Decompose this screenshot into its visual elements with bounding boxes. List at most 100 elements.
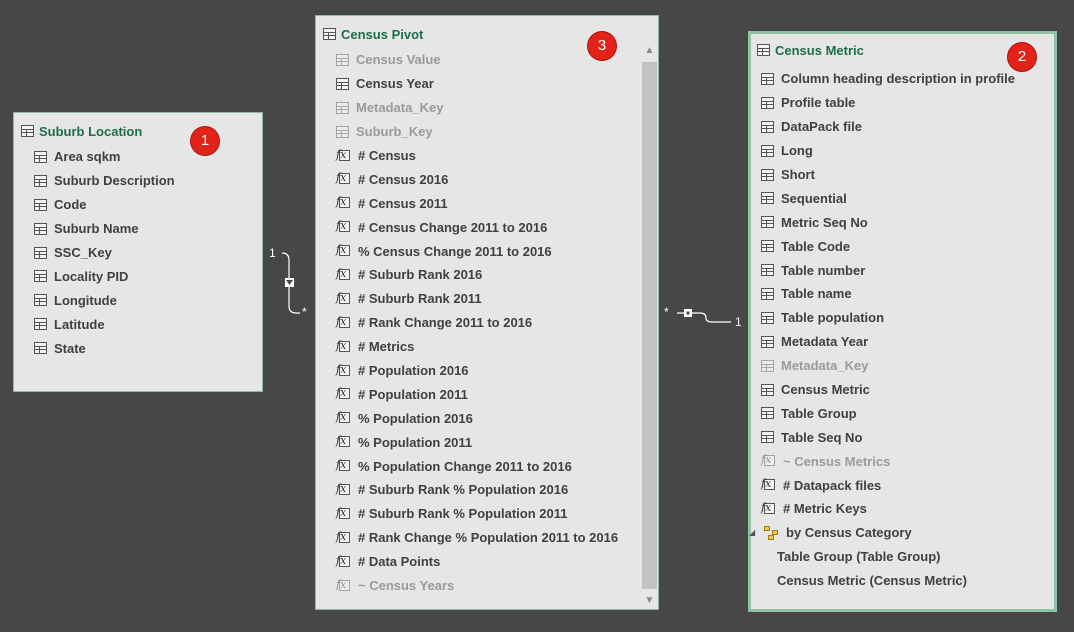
field-row[interactable]: % Population 2016 xyxy=(336,406,658,430)
table-title: Suburb Location xyxy=(39,123,143,139)
measure-icon xyxy=(336,458,351,473)
table-column-icon xyxy=(761,72,774,85)
field-row[interactable]: Short xyxy=(761,163,1054,187)
field-row[interactable]: Locality PID xyxy=(34,264,262,288)
field-row[interactable]: # Suburb Rank % Population 2011 xyxy=(336,502,658,526)
field-label: # Suburb Rank 2011 xyxy=(358,291,482,307)
field-label: Longitude xyxy=(54,292,117,308)
field-row[interactable]: Suburb_Key xyxy=(336,120,658,144)
field-row[interactable]: # Data Points xyxy=(336,550,658,574)
field-row[interactable]: Suburb Name xyxy=(34,217,262,241)
field-row[interactable]: Metadata Year xyxy=(761,330,1054,354)
field-row[interactable]: # Metrics xyxy=(336,335,658,359)
field-row[interactable]: Table number xyxy=(761,258,1054,282)
measure-icon xyxy=(336,530,351,545)
field-row[interactable]: SSC_Key xyxy=(34,241,262,265)
field-row[interactable]: Sequential xyxy=(761,186,1054,210)
field-label: % Population 2011 xyxy=(358,434,473,450)
table-column-icon xyxy=(761,431,774,444)
field-row[interactable]: # Datapack files xyxy=(761,473,1054,497)
table-card-census-pivot[interactable]: Census Pivot 3 Census Value Census Year Me… xyxy=(315,15,659,610)
field-list: Column heading description in profile Pro… xyxy=(749,67,1054,593)
scrollbar-thumb[interactable] xyxy=(642,62,657,589)
field-label: Census Metric (Census Metric) xyxy=(777,573,967,589)
field-label: # Census 2011 xyxy=(358,195,448,211)
field-label: Census Value xyxy=(356,52,441,68)
field-row[interactable]: Code xyxy=(34,193,262,217)
table-card-suburb-location[interactable]: Suburb Location 1 Area sqkm Suburb Descri… xyxy=(13,112,263,392)
field-label: Long xyxy=(781,143,813,159)
field-row[interactable]: Metadata_Key xyxy=(336,96,658,120)
field-row[interactable]: Longitude xyxy=(34,288,262,312)
field-row[interactable]: % Population 2011 xyxy=(336,430,658,454)
hierarchy-row[interactable]: ◢ by Census Category xyxy=(749,521,1054,545)
field-row[interactable]: Latitude xyxy=(34,312,262,336)
field-row[interactable]: Long xyxy=(761,139,1054,163)
field-row[interactable]: Metric Seq No xyxy=(761,210,1054,234)
scroll-down-icon[interactable]: ▼ xyxy=(641,592,658,609)
field-label: # Population 2016 xyxy=(358,363,469,379)
field-row[interactable]: # Suburb Rank 2011 xyxy=(336,287,658,311)
table-header[interactable]: Suburb Location xyxy=(21,122,142,140)
table-icon xyxy=(757,44,770,56)
field-row[interactable]: Metadata_Key xyxy=(761,354,1054,378)
field-list: Area sqkm Suburb Description Code Suburb Na… xyxy=(34,145,262,360)
table-column-icon xyxy=(761,359,774,372)
field-row[interactable]: Table name xyxy=(761,282,1054,306)
field-row[interactable]: ~ Census Years xyxy=(336,574,658,598)
measure-icon xyxy=(761,477,776,492)
measure-icon xyxy=(336,267,351,282)
field-label: Column heading description in profile xyxy=(781,71,1016,87)
field-row[interactable]: % Census Change 2011 to 2016 xyxy=(336,239,658,263)
field-row[interactable]: # Population 2016 xyxy=(336,359,658,383)
field-row[interactable]: # Suburb Rank % Population 2016 xyxy=(336,478,658,502)
field-label: Metric Seq No xyxy=(781,214,868,230)
field-label: Latitude xyxy=(54,316,105,332)
field-label: by Census Category xyxy=(786,525,912,541)
field-row[interactable]: Area sqkm xyxy=(34,145,262,169)
field-row[interactable]: # Census xyxy=(336,144,658,168)
field-row[interactable]: # Rank Change % Population 2011 to 2016 xyxy=(336,526,658,550)
field-row[interactable]: ~ Census Metrics xyxy=(761,449,1054,473)
measure-icon xyxy=(336,219,351,234)
field-row[interactable]: Census Year xyxy=(336,72,658,96)
collapse-arrow-icon[interactable]: ◢ xyxy=(749,528,757,537)
field-label: Code xyxy=(54,197,87,213)
field-row[interactable]: # Census Change 2011 to 2016 xyxy=(336,215,658,239)
field-row[interactable]: % Population Change 2011 to 2016 xyxy=(336,454,658,478)
measure-icon xyxy=(336,243,351,258)
field-row[interactable]: Column heading description in profile xyxy=(761,67,1054,91)
field-row[interactable]: State xyxy=(34,336,262,360)
field-row[interactable]: # Census 2016 xyxy=(336,167,658,191)
table-header[interactable]: Census Pivot xyxy=(323,25,423,43)
field-label: Short xyxy=(781,167,815,182)
measure-icon xyxy=(336,148,351,163)
field-label: Metadata Year xyxy=(781,334,869,350)
field-label: Table Seq No xyxy=(781,429,863,445)
table-column-icon xyxy=(34,222,47,235)
field-label: # Rank Change 2011 to 2016 xyxy=(358,315,533,331)
field-row[interactable]: Census Metric xyxy=(761,378,1054,402)
field-row[interactable]: # Census 2011 xyxy=(336,191,658,215)
measure-icon xyxy=(336,386,351,401)
field-row[interactable]: # Rank Change 2011 to 2016 xyxy=(336,311,658,335)
field-row[interactable]: Census Value xyxy=(336,48,658,72)
scroll-up-icon[interactable]: ▲ xyxy=(641,42,658,59)
field-row[interactable]: Profile table xyxy=(761,91,1054,115)
hierarchy-level-row[interactable]: Table Group (Table Group) xyxy=(761,545,1054,569)
hierarchy-level-row[interactable]: Census Metric (Census Metric) xyxy=(761,569,1054,593)
vertical-scrollbar[interactable]: ▲ ▼ xyxy=(641,42,658,609)
field-row[interactable]: DataPack file xyxy=(761,115,1054,139)
field-row[interactable]: Table population xyxy=(761,306,1054,330)
field-row[interactable]: Table Group xyxy=(761,401,1054,425)
table-header[interactable]: Census Metric xyxy=(757,41,864,59)
field-row[interactable]: Suburb Description xyxy=(34,169,262,193)
field-row[interactable]: # Suburb Rank 2016 xyxy=(336,263,658,287)
field-row[interactable]: # Population 2011 xyxy=(336,382,658,406)
field-row[interactable]: Table Code xyxy=(761,234,1054,258)
table-card-census-metric[interactable]: Census Metric 2 Column heading descripti… xyxy=(748,31,1057,612)
field-row[interactable]: # Metric Keys xyxy=(761,497,1054,521)
field-label: # Population 2011 xyxy=(358,386,468,402)
table-column-icon xyxy=(336,77,349,90)
field-row[interactable]: Table Seq No xyxy=(761,425,1054,449)
